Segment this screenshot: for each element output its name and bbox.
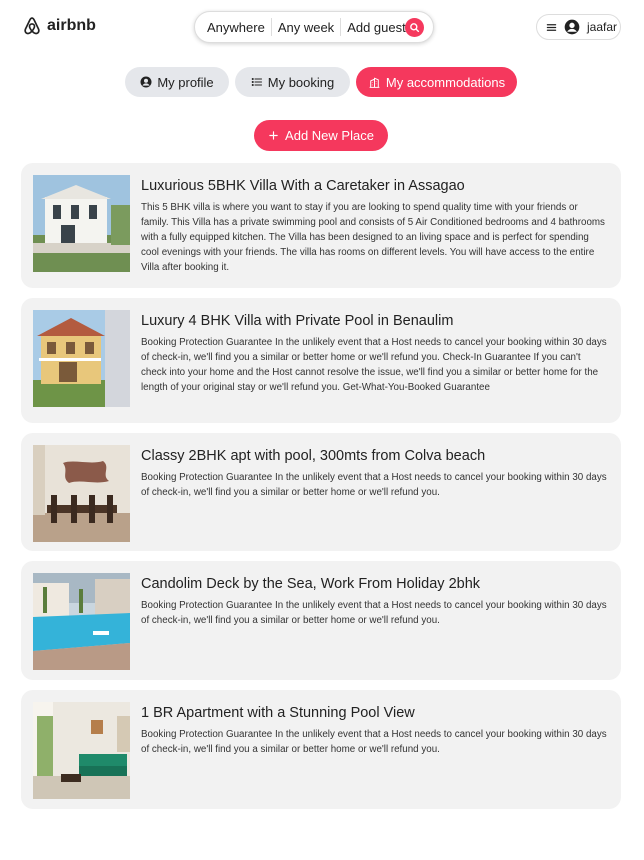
accommodation-list: Luxurious 5BHK Villa With a Caretaker in… bbox=[21, 163, 621, 819]
place-card[interactable]: Luxurious 5BHK Villa With a Caretaker in… bbox=[21, 163, 621, 288]
place-info: Candolim Deck by the Sea, Work From Holi… bbox=[141, 575, 607, 628]
account-tabs: My profile My booking My accommodations bbox=[0, 67, 644, 97]
search-button[interactable] bbox=[405, 18, 424, 37]
add-new-place-label: Add New Place bbox=[285, 128, 374, 143]
add-new-place-button[interactable]: Add New Place bbox=[254, 120, 388, 151]
user-menu[interactable]: jaafar bbox=[536, 14, 621, 40]
place-description: Booking Protection Guarantee In the unli… bbox=[141, 600, 607, 626]
header: airbnb Anywhere Any week Add guests jaaf… bbox=[0, 0, 644, 56]
plus-icon bbox=[269, 131, 278, 140]
search-anywhere[interactable]: Anywhere bbox=[207, 20, 265, 35]
logo[interactable]: airbnb bbox=[22, 16, 96, 36]
place-title[interactable]: Luxury 4 BHK Villa with Private Pool in … bbox=[141, 312, 607, 330]
user-circle-icon bbox=[564, 19, 580, 35]
place-title[interactable]: 1 BR Apartment with a Stunning Pool View bbox=[141, 704, 607, 722]
search-bar[interactable]: Anywhere Any week Add guests bbox=[194, 11, 434, 43]
place-photo bbox=[33, 445, 130, 542]
user-icon bbox=[140, 76, 152, 88]
tab-my-accommodations[interactable]: My accommodations bbox=[356, 67, 517, 97]
brand-name: airbnb bbox=[47, 17, 96, 34]
place-description: This 5 BHK villa is where you want to st… bbox=[141, 202, 605, 273]
place-card[interactable]: 1 BR Apartment with a Stunning Pool View… bbox=[21, 690, 621, 809]
user-name: jaafar bbox=[587, 20, 618, 34]
place-photo bbox=[33, 573, 130, 670]
place-description: Booking Protection Guarantee In the unli… bbox=[141, 337, 607, 393]
tab-my-booking[interactable]: My booking bbox=[235, 67, 350, 97]
search-divider bbox=[270, 18, 272, 36]
place-title[interactable]: Luxurious 5BHK Villa With a Caretaker in… bbox=[141, 177, 607, 195]
tab-label: My booking bbox=[267, 74, 335, 90]
place-card[interactable]: Candolim Deck by the Sea, Work From Holi… bbox=[21, 561, 621, 680]
search-divider bbox=[340, 18, 342, 36]
search-week[interactable]: Any week bbox=[278, 20, 334, 35]
place-card[interactable]: Classy 2BHK apt with pool, 300mts from C… bbox=[21, 433, 621, 551]
place-info: 1 BR Apartment with a Stunning Pool View… bbox=[141, 704, 607, 757]
tab-label: My accommodations bbox=[385, 74, 506, 90]
place-photo bbox=[33, 310, 130, 407]
search-guests[interactable]: Add guests bbox=[347, 20, 412, 35]
place-card[interactable]: Luxury 4 BHK Villa with Private Pool in … bbox=[21, 298, 621, 423]
place-description: Booking Protection Guarantee In the unli… bbox=[141, 729, 607, 755]
place-title[interactable]: Classy 2BHK apt with pool, 300mts from C… bbox=[141, 447, 607, 465]
place-photo bbox=[33, 175, 130, 272]
tab-label: My profile bbox=[157, 74, 214, 90]
search-icon bbox=[410, 23, 420, 33]
place-info: Classy 2BHK apt with pool, 300mts from C… bbox=[141, 447, 607, 500]
place-description: Booking Protection Guarantee In the unli… bbox=[141, 472, 607, 498]
list-icon bbox=[251, 77, 262, 87]
airbnb-logo-icon bbox=[22, 16, 42, 36]
building-icon bbox=[369, 77, 380, 88]
hamburger-icon bbox=[546, 23, 557, 31]
place-info: Luxurious 5BHK Villa With a Caretaker in… bbox=[141, 177, 607, 275]
place-photo bbox=[33, 702, 130, 799]
tab-my-profile[interactable]: My profile bbox=[125, 67, 229, 97]
place-title[interactable]: Candolim Deck by the Sea, Work From Holi… bbox=[141, 575, 607, 593]
place-info: Luxury 4 BHK Villa with Private Pool in … bbox=[141, 312, 607, 395]
